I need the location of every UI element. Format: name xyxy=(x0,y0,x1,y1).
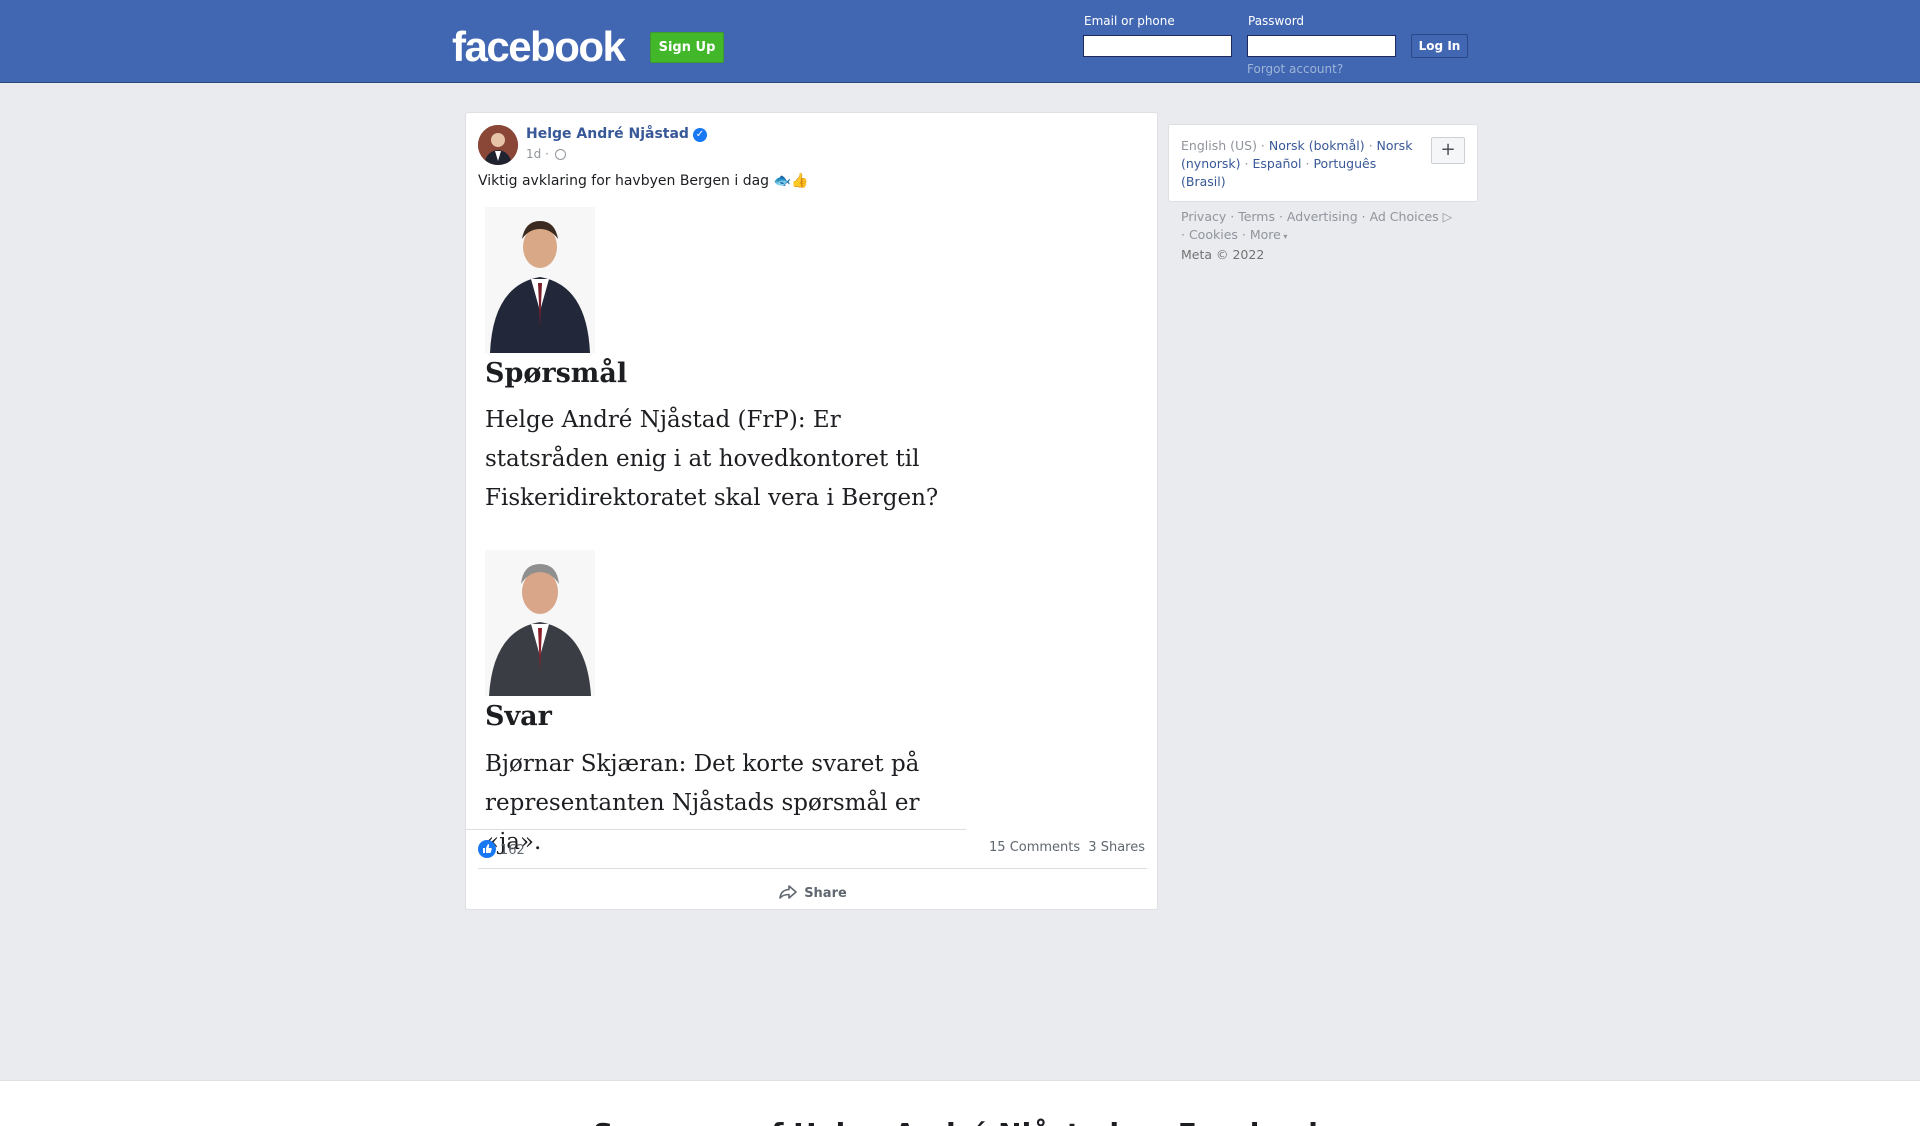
post-card: Helge André Njåstad ✓ 1d · Viktig avklari… xyxy=(465,112,1158,910)
comment-count[interactable]: 15 Comments xyxy=(989,840,1080,855)
more-link[interactable]: More ▾ xyxy=(1250,227,1288,242)
email-field[interactable] xyxy=(1083,35,1232,57)
forgot-account-link[interactable]: Forgot account? xyxy=(1247,62,1343,76)
language-current: English (US) xyxy=(1181,138,1257,153)
login-prompt-band: See more of Helge André Njåstad on Faceb… xyxy=(0,1080,1920,1126)
like-count[interactable]: 162 xyxy=(478,840,525,858)
share-count[interactable]: 3 Shares xyxy=(1088,840,1145,855)
language-selector: English (US) · Norsk (bokmål) · Norsk (n… xyxy=(1168,124,1478,202)
chevron-down-icon: ▾ xyxy=(1280,232,1288,241)
post-meta: 1d · xyxy=(526,147,566,161)
signup-button[interactable]: Sign Up xyxy=(650,32,724,63)
divider xyxy=(466,829,966,830)
answer-portrait xyxy=(485,550,595,696)
globe-icon xyxy=(554,149,566,160)
answer-text: Bjørnar Skjæran: Det korte svaret på rep… xyxy=(485,751,920,855)
avatar[interactable] xyxy=(478,125,518,165)
share-arrow-icon xyxy=(779,885,797,899)
share-label: Share xyxy=(804,886,847,901)
password-label: Password xyxy=(1248,14,1305,28)
facebook-logo[interactable]: facebook xyxy=(452,24,626,70)
more-languages-button[interactable]: + xyxy=(1431,137,1465,164)
language-norsk-bokmal[interactable]: Norsk (bokmål) xyxy=(1269,138,1365,153)
share-button[interactable]: Share xyxy=(466,878,1159,910)
like-reaction-icon xyxy=(478,840,496,858)
like-count-value: 162 xyxy=(500,843,525,858)
verified-badge-icon: ✓ xyxy=(692,128,707,142)
answer-heading: Svar xyxy=(485,701,552,732)
login-button[interactable]: Log In xyxy=(1411,34,1468,58)
question-heading: Spørsmål xyxy=(485,358,628,389)
login-prompt-title: See more of Helge André Njåstad on Faceb… xyxy=(0,1117,1920,1126)
copyright: Meta © 2022 xyxy=(1181,247,1265,262)
post-author[interactable]: Helge André Njåstad ✓ xyxy=(526,126,707,142)
language-espanol[interactable]: Español xyxy=(1252,156,1301,171)
post-time[interactable]: 1d · xyxy=(526,147,549,161)
engagement-counts: 15 Comments 3 Shares xyxy=(989,840,1145,855)
advertising-link[interactable]: Advertising xyxy=(1287,209,1358,224)
footer-links: Privacy · Terms · Advertising · Ad Choic… xyxy=(1181,209,1453,262)
question-portrait xyxy=(485,207,595,353)
post-text: Viktig avklaring for havbyen Bergen i da… xyxy=(478,173,809,189)
password-field[interactable] xyxy=(1247,35,1396,57)
ad-choices-icon: ▷ xyxy=(1438,209,1453,224)
ad-choices-link[interactable]: Ad Choices ▷ xyxy=(1370,209,1453,224)
privacy-link[interactable]: Privacy xyxy=(1181,209,1226,224)
author-name[interactable]: Helge André Njåstad xyxy=(526,126,689,142)
divider xyxy=(478,868,1147,869)
post-image-card[interactable]: Spørsmål Helge André Njåstad (FrP): Er s… xyxy=(466,203,966,855)
question-text: Helge André Njåstad (FrP): Er statsråden… xyxy=(485,407,939,511)
top-bar: facebook Sign Up Email or phone Password… xyxy=(0,0,1920,83)
terms-link[interactable]: Terms xyxy=(1238,209,1275,224)
email-label: Email or phone xyxy=(1084,14,1175,28)
cookies-link[interactable]: Cookies xyxy=(1189,227,1238,242)
